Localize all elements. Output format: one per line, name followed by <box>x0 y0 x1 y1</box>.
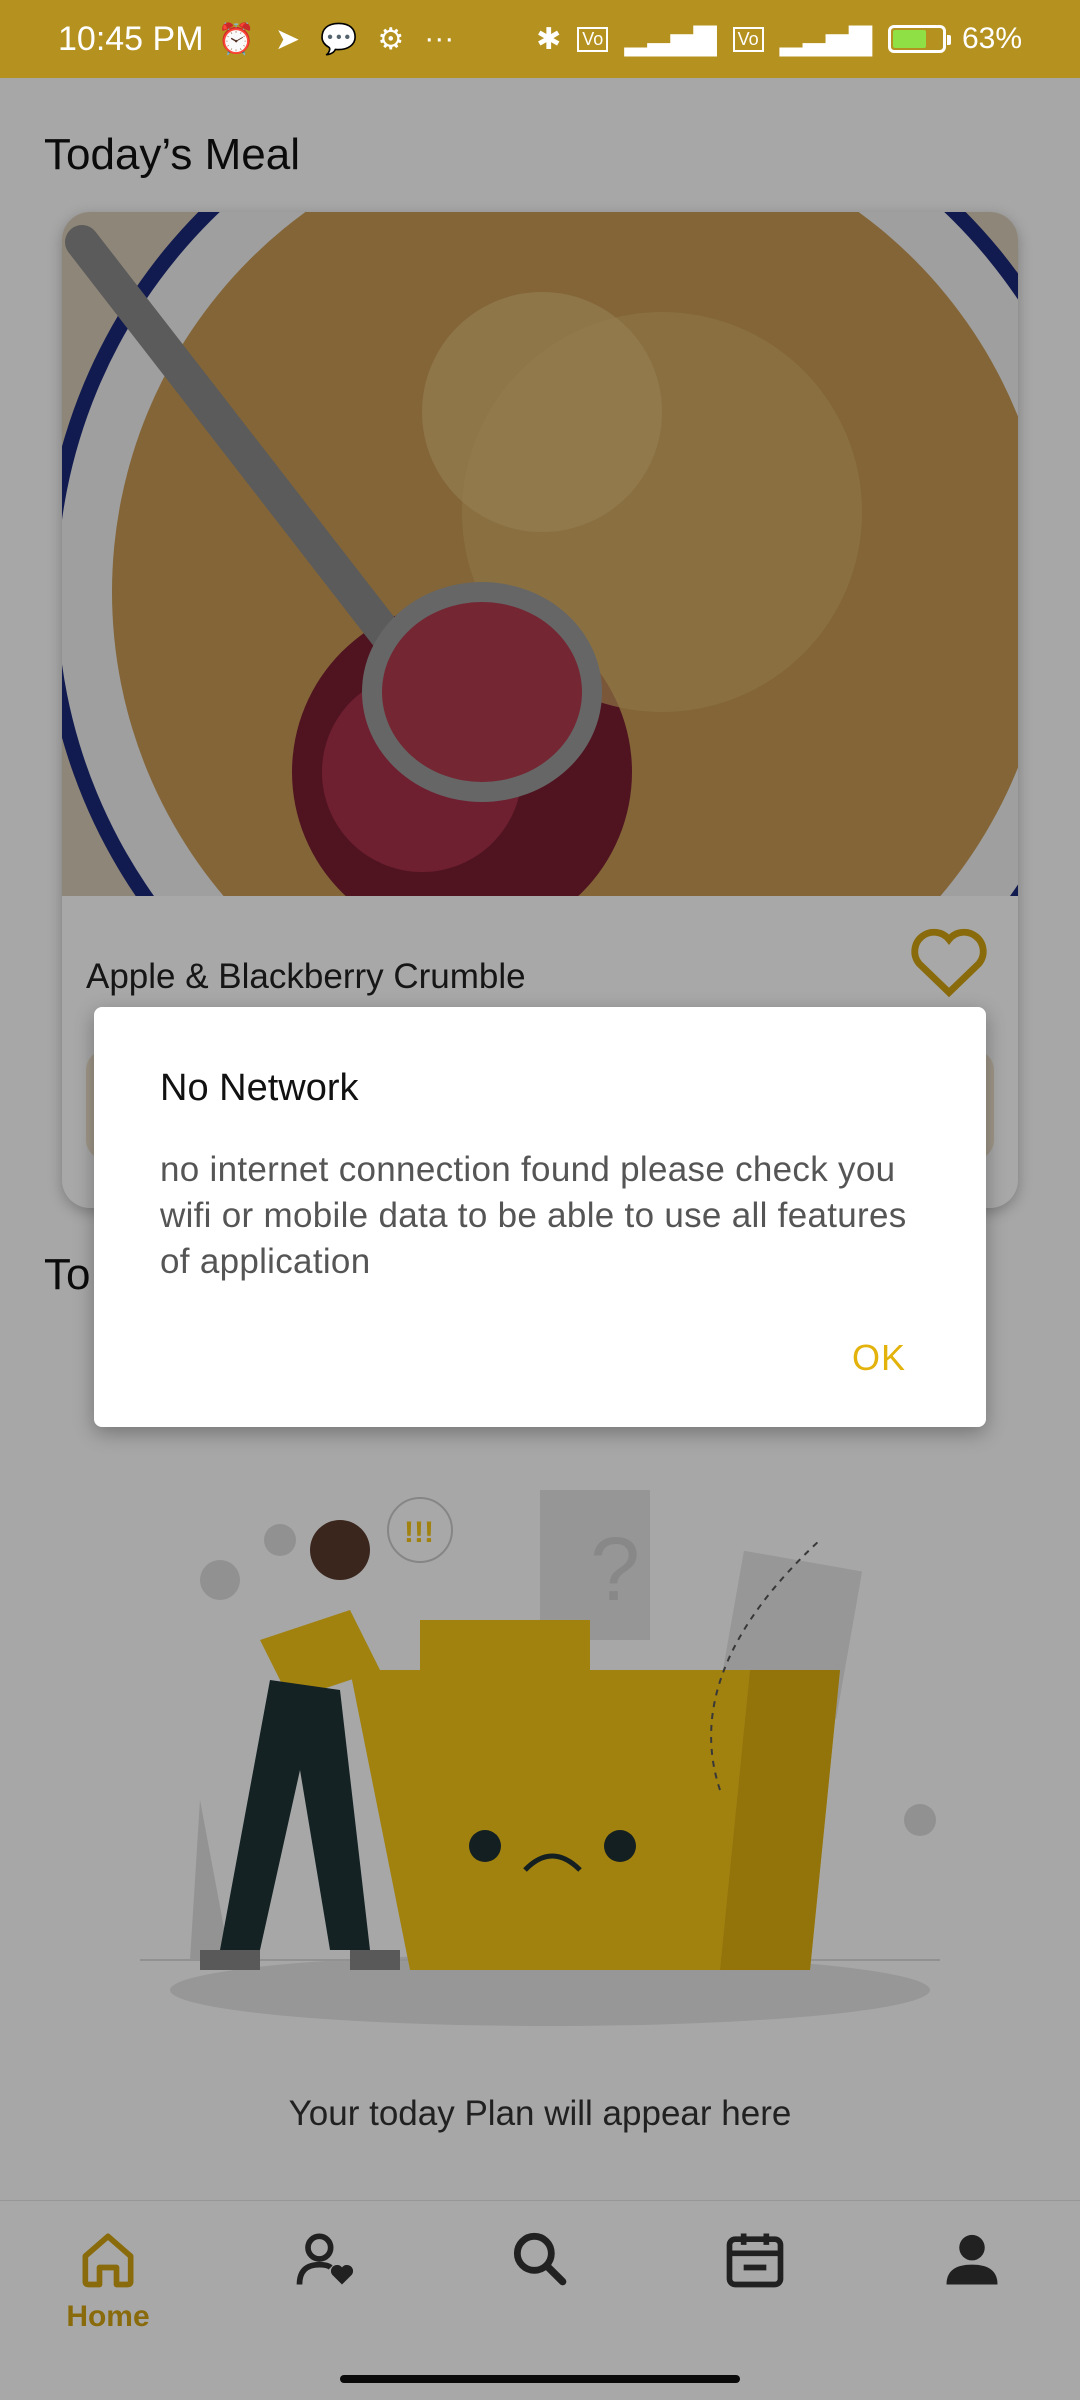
no-network-dialog: No Network no internet connection found … <box>94 1007 986 1427</box>
volte-icon: Vo <box>732 26 764 52</box>
alarm-icon: ⏰ <box>217 22 255 56</box>
settings-icon: ⚙ <box>377 22 405 56</box>
ok-button[interactable]: OK <box>852 1337 906 1379</box>
signal-icon: ▂▃▅▇ <box>779 22 872 56</box>
volte-icon: Vo <box>577 26 609 52</box>
chat-icon: 💬 <box>320 22 358 56</box>
dialog-message: no internet connection found please chec… <box>160 1150 907 1281</box>
battery-percent: 63% <box>961 22 1022 55</box>
signal-icon: ▂▃▅▇ <box>624 22 717 56</box>
status-time: 10:45 PM <box>58 19 204 58</box>
bluetooth-icon: ✱ <box>536 22 562 56</box>
battery-icon <box>887 25 951 53</box>
telegram-icon: ➤ <box>274 22 301 56</box>
dialog-title: No Network <box>160 1067 359 1109</box>
more-icon: ··· <box>424 22 455 55</box>
status-bar: 10:45 PM ⏰ ➤ 💬 ⚙ ··· ✱ Vo ▂▃▅▇ Vo ▂▃▅▇ 6… <box>0 0 1080 78</box>
